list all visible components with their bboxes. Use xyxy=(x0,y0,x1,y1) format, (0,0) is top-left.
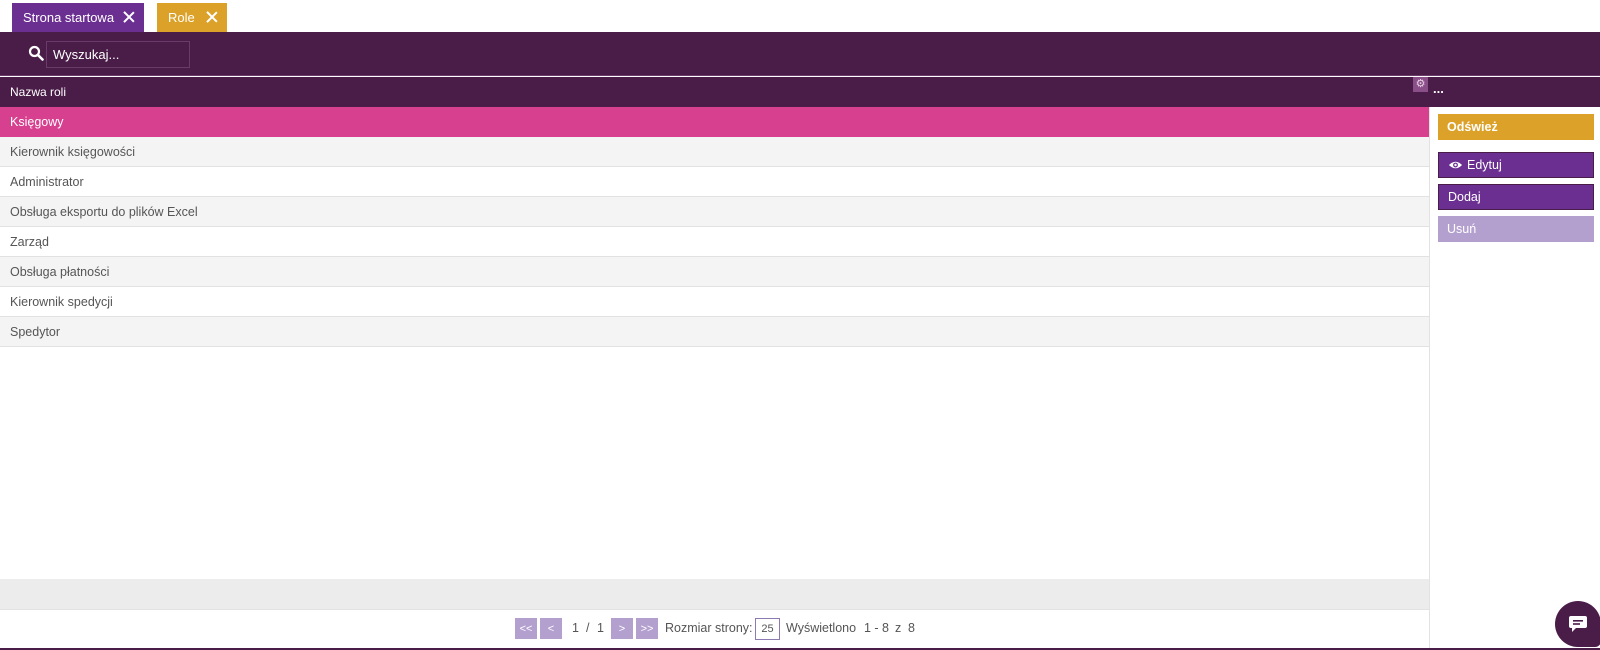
add-button[interactable]: Dodaj xyxy=(1438,184,1594,210)
table-row[interactable]: Obsługa eksportu do plików Excel xyxy=(0,197,1429,227)
table-row[interactable]: Kierownik spedycji xyxy=(0,287,1429,317)
close-icon[interactable] xyxy=(122,10,136,24)
gear-icon[interactable]: ⚙ xyxy=(1413,77,1428,92)
more-menu[interactable]: ... xyxy=(1433,81,1444,96)
add-label: Dodaj xyxy=(1448,190,1481,204)
grid-header: Nazwa roli ⚙ ... xyxy=(0,77,1600,107)
pager: << < 1 / 1 > >> Rozmiar strony: 25 Wyświ… xyxy=(0,609,1429,649)
edit-button[interactable]: Edytuj xyxy=(1438,152,1594,178)
total-pages: 1 xyxy=(597,621,604,635)
shown-label: Wyświetlono xyxy=(786,621,857,635)
page-separator: / xyxy=(586,621,590,635)
roles-table: Księgowy Kierownik księgowości Administr… xyxy=(0,107,1429,347)
first-page-button[interactable]: << xyxy=(515,618,537,639)
current-page: 1 xyxy=(572,621,579,635)
shown-range: 1 - 8 xyxy=(864,621,890,635)
total-count: 8 xyxy=(908,621,915,635)
of-label: z xyxy=(895,621,902,635)
grid-footer xyxy=(0,579,1429,609)
refresh-button[interactable]: Odśwież xyxy=(1438,114,1594,140)
table-row[interactable]: Zarząd xyxy=(0,227,1429,257)
table-row[interactable]: Spedytor xyxy=(0,317,1429,347)
edit-label: Edytuj xyxy=(1467,158,1502,172)
actions-panel: Odśwież Edytuj Dodaj Usuń xyxy=(1430,107,1600,650)
table-row[interactable]: Księgowy xyxy=(0,107,1429,137)
page-size-input[interactable]: 25 xyxy=(755,618,780,640)
prev-page-button[interactable]: < xyxy=(540,618,562,639)
column-header-role-name[interactable]: Nazwa roli xyxy=(10,85,66,99)
tab-home[interactable]: Strona startowa xyxy=(12,3,144,32)
tab-home-label: Strona startowa xyxy=(23,10,115,25)
chat-icon xyxy=(1569,616,1587,632)
search-icon xyxy=(28,45,44,61)
last-page-button[interactable]: >> xyxy=(636,618,658,639)
page-size-label: Rozmiar strony: xyxy=(665,621,753,635)
delete-button[interactable]: Usuń xyxy=(1438,216,1594,242)
chat-button[interactable] xyxy=(1555,601,1600,647)
table-row[interactable]: Administrator xyxy=(0,167,1429,197)
search-input[interactable]: Wyszukaj... xyxy=(46,41,190,68)
next-page-button[interactable]: > xyxy=(611,618,633,639)
close-icon[interactable] xyxy=(205,10,219,24)
tab-bar: Strona startowa Role xyxy=(0,0,1600,32)
refresh-label: Odśwież xyxy=(1447,120,1498,134)
eye-icon xyxy=(1448,161,1463,169)
delete-label: Usuń xyxy=(1447,222,1477,236)
toolbar: Wyszukaj... xyxy=(0,32,1600,76)
tab-roles[interactable]: Role xyxy=(157,3,227,32)
tab-roles-label: Role xyxy=(168,10,195,25)
table-row[interactable]: Obsługa płatności xyxy=(0,257,1429,287)
table-row[interactable]: Kierownik księgowości xyxy=(0,137,1429,167)
